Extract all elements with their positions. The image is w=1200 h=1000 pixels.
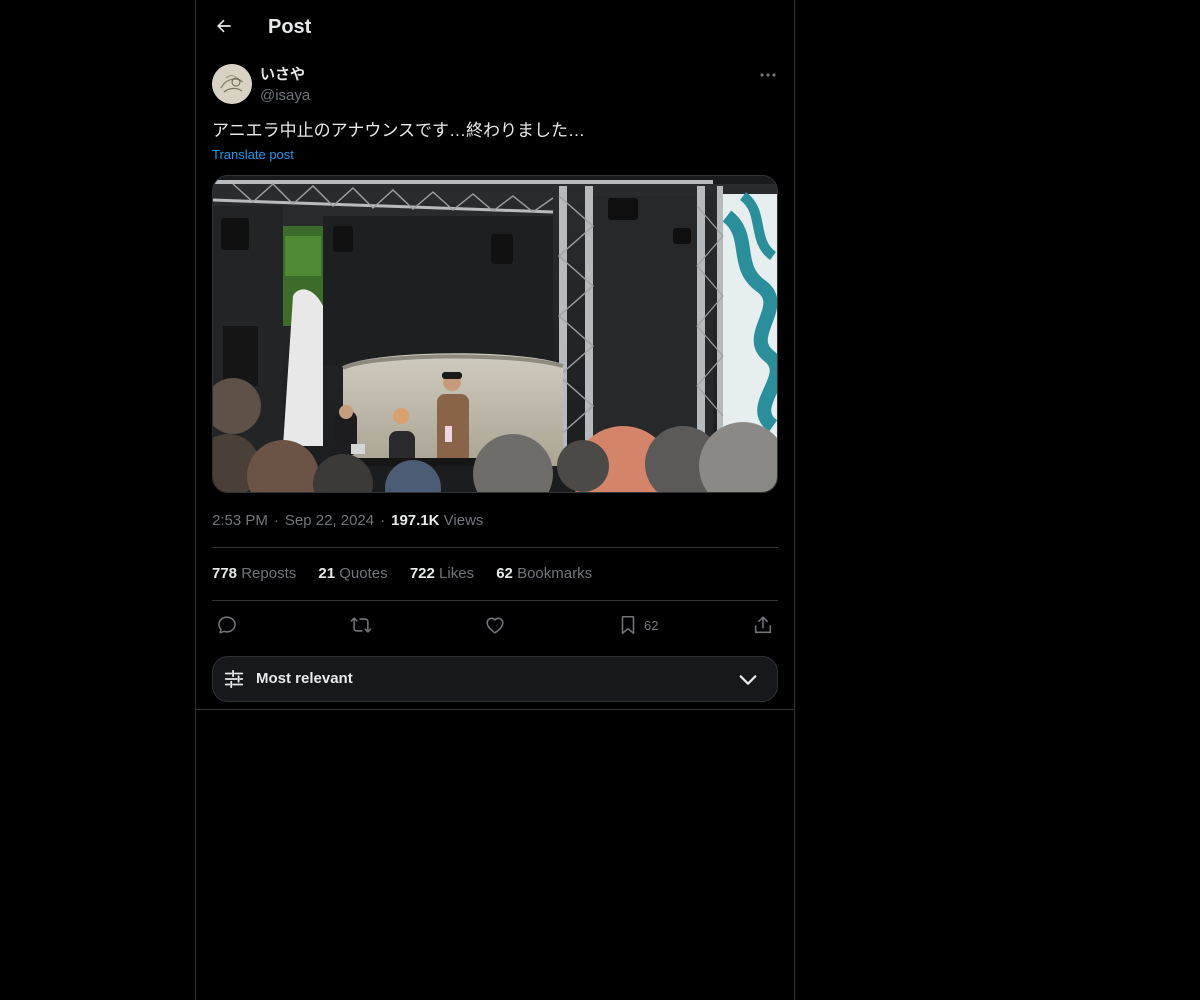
sort-label: Most relevant	[256, 670, 353, 687]
like-button[interactable]	[484, 614, 506, 636]
reply-button[interactable]	[216, 614, 238, 636]
chevron-down-icon	[739, 675, 757, 685]
more-horizontal-icon	[760, 73, 776, 77]
arrow-left-icon	[217, 19, 231, 33]
stage-photo	[213, 176, 777, 492]
quotes-stat[interactable]: 21 Quotes	[318, 565, 387, 582]
heart-icon	[486, 617, 504, 634]
avatar-image	[212, 64, 252, 104]
more-button[interactable]	[758, 66, 778, 84]
post-text: アニエラ中止のアナウンスです…終わりました…	[212, 121, 585, 140]
views-label: Views	[443, 512, 484, 529]
post-time[interactable]: 2:53 PM	[212, 512, 268, 529]
share-icon	[754, 616, 772, 634]
divider	[212, 547, 778, 548]
bookmarks-stat[interactable]: 62 Bookmarks	[496, 565, 592, 582]
avatar[interactable]	[212, 64, 252, 104]
meta-separator: ·	[380, 512, 386, 529]
views-count: 197.1K	[391, 512, 440, 529]
page-title: Post	[268, 16, 312, 38]
repost-icon	[350, 617, 372, 633]
post-meta: 2:53 PM · Sep 22, 2024 · 197.1K Views	[212, 511, 483, 531]
bookmark-icon	[621, 615, 635, 635]
divider	[212, 600, 778, 601]
share-button[interactable]	[752, 614, 774, 636]
author-handle[interactable]: @isaya	[260, 86, 310, 106]
meta-separator: ·	[273, 512, 279, 529]
top-bar: Post	[196, 0, 794, 54]
translate-post-link[interactable]: Translate post	[212, 146, 294, 164]
timeline-column: Post いさや @isaya アニエラ中止のアナウンスです…終わりました… T…	[195, 0, 795, 1000]
repost-button[interactable]	[349, 614, 373, 636]
reply-sort-dropdown[interactable]: Most relevant	[212, 656, 778, 702]
author-name[interactable]: いさや	[260, 65, 305, 85]
action-bar: 62	[212, 611, 778, 641]
back-button[interactable]	[212, 14, 236, 38]
reposts-stat[interactable]: 778 Reposts	[212, 565, 296, 582]
post-photo[interactable]	[212, 175, 778, 493]
sliders-icon	[224, 669, 244, 689]
divider	[196, 709, 794, 710]
bookmark-count: 62	[644, 617, 659, 633]
post-stats: 778 Reposts 21 Quotes 722 Likes 62 Bookm…	[212, 564, 610, 584]
post-date[interactable]: Sep 22, 2024	[285, 512, 374, 529]
likes-stat[interactable]: 722 Likes	[410, 565, 474, 582]
reply-icon	[218, 616, 236, 634]
bookmark-button[interactable]: 62	[618, 614, 658, 636]
